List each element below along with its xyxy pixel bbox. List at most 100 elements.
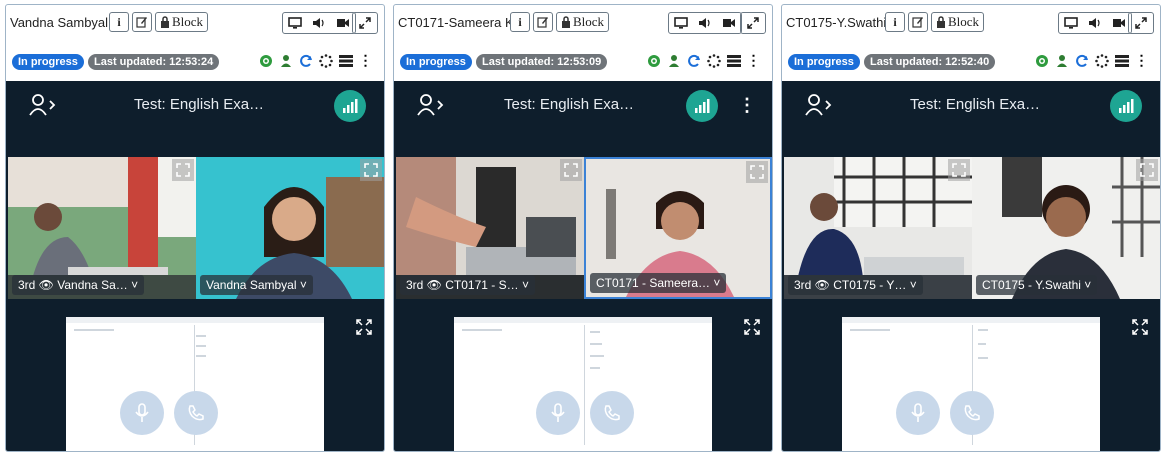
block-button[interactable]: Block [155, 12, 209, 32]
screen-fullscreen-button[interactable] [354, 317, 374, 337]
video-tile-room[interactable]: 3rd 👁 CT0171 - S… ˅ [396, 157, 584, 299]
fullscreen-button[interactable] [746, 161, 768, 183]
user-icon[interactable] [278, 53, 293, 68]
microphone-icon [135, 403, 149, 422]
refresh-icon[interactable] [298, 53, 313, 68]
video-tile-room[interactable]: 3rd 👁 Vandna Sa… ˅ [8, 157, 196, 299]
eye-icon[interactable] [646, 53, 661, 68]
candidate-panel: CT0175-Y.Swathi i Block In progress Last… [781, 4, 1161, 452]
user-arrow-icon[interactable] [28, 93, 58, 117]
edit-button[interactable] [908, 12, 928, 32]
speaker-icon [313, 18, 324, 28]
view-topbar: Test: English Exa… ⋮ [394, 81, 772, 129]
call-button[interactable] [590, 391, 634, 435]
speaker-button[interactable] [693, 13, 717, 33]
call-button[interactable] [174, 391, 218, 435]
tile-label[interactable]: 3rd 👁 CT0171 - S… ˅ [400, 275, 535, 295]
candidate-panel: CT0171-Sameera K. i Block In progress La… [393, 4, 773, 452]
info-icon: i [117, 14, 121, 29]
proctor-view: Test: English Exa… 3rd 👁 Vandna Sa… ˅ Va… [6, 81, 384, 451]
status-badge: In progress [12, 54, 84, 70]
eye-icon[interactable] [258, 53, 273, 68]
tile-label[interactable]: CT0171 - Sameera… ˅ [590, 273, 727, 293]
expand-button[interactable] [1128, 12, 1154, 34]
info-button[interactable]: i [510, 12, 530, 32]
camera-button[interactable] [717, 13, 741, 33]
signal-icon [695, 99, 710, 113]
block-button[interactable]: Block [556, 12, 610, 32]
edit-button[interactable] [132, 12, 152, 32]
screen-share[interactable] [454, 317, 712, 451]
info-button[interactable]: i [109, 12, 129, 32]
fullscreen-button[interactable] [1136, 159, 1158, 181]
user-arrow-icon[interactable] [416, 93, 446, 117]
status-bar: In progress Last updated: 12:52:40 ⋮ [782, 49, 1160, 73]
microphone-button[interactable] [896, 391, 940, 435]
lock-icon [937, 16, 945, 28]
kebab-icon[interactable]: ⋮ [746, 52, 761, 68]
signal-button[interactable] [334, 90, 366, 122]
kebab-icon[interactable]: ⋮ [358, 52, 373, 68]
signal-button[interactable] [1110, 90, 1142, 122]
fullscreen-icon [952, 163, 966, 177]
screen-fullscreen-button[interactable] [1130, 317, 1150, 337]
video-tile-face[interactable]: CT0171 - Sameera… ˅ [584, 157, 772, 299]
loading-icon [318, 53, 333, 68]
proctor-view: Test: English Exa… 3rd 👁 CT0175 - Y… ˅ C… [782, 81, 1160, 451]
expand-button[interactable] [740, 12, 766, 34]
fullscreen-icon [744, 319, 760, 335]
fullscreen-icon [1132, 319, 1148, 335]
candidate-name: Vandna Sambyal [10, 15, 109, 30]
monitor-button[interactable] [669, 13, 693, 33]
block-button[interactable]: Block [931, 12, 985, 32]
video-tile-room[interactable]: 3rd 👁 CT0175 - Y… ˅ [784, 157, 972, 299]
speaker-button[interactable] [1083, 13, 1107, 33]
call-button[interactable] [950, 391, 994, 435]
video-tile-face[interactable]: CT0175 - Y.Swathi ˅ [972, 157, 1160, 299]
signal-icon [1119, 99, 1134, 113]
lock-icon [161, 16, 169, 28]
signal-button[interactable] [686, 90, 718, 122]
tile-label[interactable]: CT0175 - Y.Swathi ˅ [976, 275, 1098, 295]
status-badge: In progress [788, 54, 860, 70]
last-updated-badge: Last updated: 12:53:09 [476, 54, 608, 70]
candidate-panel: Vandna Sambyal i Block In progress Last … [5, 4, 385, 452]
tile-label[interactable]: 3rd 👁 Vandna Sa… ˅ [12, 275, 145, 295]
status-icons: ⋮ [646, 52, 761, 68]
tile-label[interactable]: Vandna Sambyal ˅ [200, 275, 313, 295]
camera-icon [337, 19, 349, 27]
list-icon[interactable] [726, 53, 741, 68]
status-bar: In progress Last updated: 12:53:24 ⋮ [6, 49, 384, 73]
tile-label[interactable]: 3rd 👁 CT0175 - Y… ˅ [788, 275, 923, 295]
kebab-icon[interactable]: ⋮ [1134, 52, 1149, 68]
fullscreen-button[interactable] [560, 159, 582, 181]
edit-button[interactable] [533, 12, 553, 32]
microphone-button[interactable] [536, 391, 580, 435]
monitor-button[interactable] [283, 13, 307, 33]
info-button[interactable]: i [885, 12, 905, 32]
fullscreen-button[interactable] [948, 159, 970, 181]
fullscreen-button[interactable] [360, 159, 382, 181]
edit-icon [537, 17, 548, 28]
monitor-button[interactable] [1059, 13, 1083, 33]
refresh-icon[interactable] [1074, 53, 1089, 68]
user-icon[interactable] [666, 53, 681, 68]
microphone-button[interactable] [120, 391, 164, 435]
expand-button[interactable] [352, 12, 378, 34]
list-icon[interactable] [1114, 53, 1129, 68]
list-icon[interactable] [338, 53, 353, 68]
eye-icon[interactable] [1034, 53, 1049, 68]
screen-fullscreen-button[interactable] [742, 317, 762, 337]
edit-icon [136, 17, 147, 28]
user-arrow-icon[interactable] [804, 93, 834, 117]
block-label: Block [948, 14, 980, 29]
video-tile-face[interactable]: Vandna Sambyal ˅ [196, 157, 384, 299]
info-icon: i [893, 14, 897, 29]
user-icon[interactable] [1054, 53, 1069, 68]
fullscreen-icon [1140, 163, 1154, 177]
view-topbar: Test: English Exa… [782, 81, 1160, 129]
fullscreen-button[interactable] [172, 159, 194, 181]
refresh-icon[interactable] [686, 53, 701, 68]
speaker-button[interactable] [307, 13, 331, 33]
kebab-icon[interactable]: ⋮ [738, 95, 756, 116]
